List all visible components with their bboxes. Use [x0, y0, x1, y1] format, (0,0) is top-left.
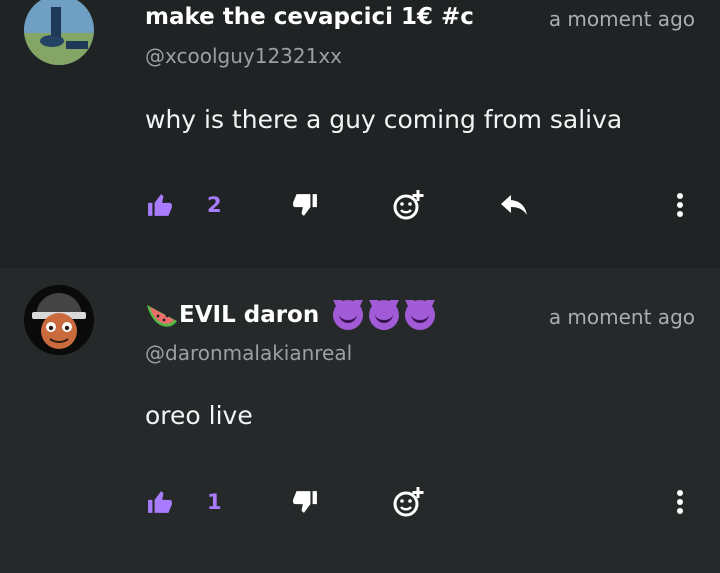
author-name-text: make the cevapcici 1€ #c	[145, 4, 474, 30]
add-emoji-icon	[393, 190, 424, 220]
more-vertical-icon	[677, 193, 683, 217]
thumbs-up-icon	[148, 194, 172, 216]
like-button[interactable]	[146, 191, 174, 219]
smiling-devil-icon	[369, 300, 400, 330]
dislike-button[interactable]	[291, 191, 319, 219]
add-reaction-button[interactable]	[391, 190, 427, 220]
like-count: 2	[207, 193, 222, 217]
smiling-devil-icon	[405, 300, 436, 330]
like-count: 1	[207, 490, 222, 514]
like-button[interactable]	[146, 488, 174, 516]
smiling-devil-icon	[333, 300, 364, 330]
author-name[interactable]: make the cevapcici 1€ #c	[145, 4, 507, 30]
author-handle[interactable]: @daronmalakianreal	[145, 341, 352, 365]
author-name[interactable]: EVIL daron	[145, 300, 505, 330]
more-vertical-icon	[677, 490, 683, 514]
timestamp: a moment ago	[548, 305, 695, 329]
comment-text: oreo live	[145, 401, 253, 430]
dislike-button[interactable]	[291, 488, 319, 516]
avatar[interactable]	[24, 285, 94, 355]
author-handle[interactable]: @xcoolguy12321xx	[145, 44, 342, 68]
thumbs-down-icon	[293, 194, 317, 216]
comment-actions: 1	[0, 482, 720, 522]
comment-actions: 2	[0, 185, 720, 225]
timestamp: a moment ago	[548, 7, 695, 31]
avatar[interactable]	[24, 0, 94, 65]
author-name-text: EVIL daron	[179, 302, 320, 328]
add-reaction-button[interactable]	[391, 487, 427, 517]
comment-text: why is there a guy coming from saliva	[145, 105, 623, 134]
reply-arrow-icon	[501, 195, 527, 215]
comment-card: EVIL daron a moment ago @daronmalakianre…	[0, 268, 720, 573]
reply-button[interactable]	[498, 191, 530, 219]
watermelon-icon	[147, 305, 177, 327]
comment-card: make the cevapcici 1€ #c a moment ago @x…	[0, 0, 720, 268]
thumbs-up-icon	[148, 491, 172, 513]
thumbs-down-icon	[293, 491, 317, 513]
more-options-button[interactable]	[671, 488, 689, 516]
more-options-button[interactable]	[671, 191, 689, 219]
add-emoji-icon	[393, 487, 424, 517]
